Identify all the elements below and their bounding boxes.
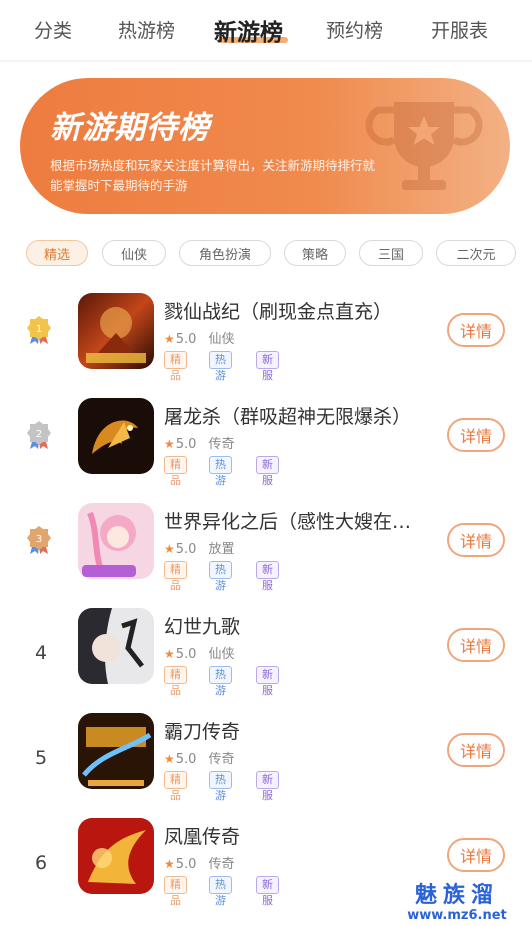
game-meta: ★5.0 仙侠 <box>164 643 234 662</box>
detail-button[interactable]: 详情 <box>447 838 505 872</box>
game-meta: ★5.0 传奇 <box>164 853 234 872</box>
chip-xianxia[interactable]: 仙侠 <box>102 240 166 266</box>
game-meta: ★5.0 仙侠 <box>164 328 234 347</box>
chip-rpg[interactable]: 角色扮演 <box>179 240 271 266</box>
game-icon[interactable] <box>78 503 154 579</box>
tag-new-server: 新服 <box>256 771 279 802</box>
silver-medal-icon: 2 <box>27 421 51 449</box>
site-watermark: 魅族溜 www.mz6.net <box>392 884 522 924</box>
tag-new-server: 新服 <box>256 456 279 487</box>
game-name[interactable]: 霸刀传奇 <box>164 717 444 744</box>
star-icon: ★ <box>164 857 175 871</box>
tab-new-games[interactable]: 新游榜 <box>214 13 283 47</box>
game-score: 5.0 <box>175 542 197 557</box>
star-icon: ★ <box>164 752 175 766</box>
game-score: 5.0 <box>175 332 197 347</box>
tag-premium: 精品 <box>164 351 187 382</box>
bronze-medal-icon: 3 <box>27 526 51 554</box>
game-row[interactable]: 5 霸刀传奇 ★5.0 传奇 精品 热游 新服 详情 <box>0 713 532 813</box>
game-genre: 仙侠 <box>208 647 235 662</box>
chip-strategy[interactable]: 策略 <box>284 240 346 266</box>
tab-divider <box>0 60 532 62</box>
tag-hot: 热游 <box>209 351 232 382</box>
game-score: 5.0 <box>175 647 197 662</box>
game-genre: 放置 <box>208 542 235 557</box>
detail-button[interactable]: 详情 <box>447 628 505 662</box>
tab-hot-games[interactable]: 热游榜 <box>118 16 175 43</box>
chip-anime[interactable]: 二次元 <box>436 240 516 266</box>
star-icon: ★ <box>164 332 175 346</box>
watermark-title: 魅族溜 <box>414 883 499 908</box>
game-icon[interactable] <box>78 398 154 474</box>
tag-new-server: 新服 <box>256 561 279 592</box>
tag-hot: 热游 <box>209 456 232 487</box>
tag-hot: 热游 <box>209 876 232 907</box>
tag-new-server: 新服 <box>256 876 279 907</box>
game-score: 5.0 <box>175 437 197 452</box>
tag-premium: 精品 <box>164 561 187 592</box>
detail-button[interactable]: 详情 <box>447 733 505 767</box>
medal-rank-label: 2 <box>36 429 42 440</box>
detail-button[interactable]: 详情 <box>447 313 505 347</box>
tag-hot: 热游 <box>209 561 232 592</box>
star-icon: ★ <box>164 647 175 661</box>
trophy-icon <box>365 102 483 190</box>
category-filter-chips: 精选 仙侠 角色扮演 策略 三国 二次元 <box>0 240 532 270</box>
tag-hot: 热游 <box>209 771 232 802</box>
game-icon[interactable] <box>78 293 154 369</box>
new-game-anticipation-banner[interactable]: 新游期待榜 根据市场热度和玩家关注度计算得出，关注新游期待排行就能掌握时下最期待… <box>20 78 510 214</box>
tag-premium: 精品 <box>164 876 187 907</box>
game-row[interactable]: 2 屠龙杀（群吸超神无限爆杀） ★5.0 传奇 精品 热游 新服 详情 <box>0 398 532 498</box>
tag-new-server: 新服 <box>256 351 279 382</box>
game-row[interactable]: 1 戮仙战纪（刷现金点直充） ★5.0 仙侠 精品 热游 新服 详情 <box>0 293 532 393</box>
top-tab-bar: 分类 热游榜 新游榜 预约榜 开服表 <box>0 0 532 58</box>
chip-featured[interactable]: 精选 <box>26 240 88 266</box>
game-score: 5.0 <box>175 857 197 872</box>
game-name[interactable]: 戮仙战纪（刷现金点直充） <box>164 297 444 324</box>
game-meta: ★5.0 放置 <box>164 538 234 557</box>
star-icon: ★ <box>164 437 175 451</box>
game-meta: ★5.0 传奇 <box>164 748 234 767</box>
star-icon: ★ <box>164 542 175 556</box>
tag-new-server: 新服 <box>256 666 279 697</box>
game-meta: ★5.0 传奇 <box>164 433 234 452</box>
rank-number: 5 <box>34 747 48 769</box>
tag-premium: 精品 <box>164 456 187 487</box>
tab-reservation[interactable]: 预约榜 <box>326 16 383 43</box>
game-score: 5.0 <box>175 752 197 767</box>
game-name[interactable]: 幻世九歌 <box>164 612 444 639</box>
game-genre: 传奇 <box>208 437 235 452</box>
game-genre: 传奇 <box>208 857 235 872</box>
detail-button[interactable]: 详情 <box>447 418 505 452</box>
tab-category[interactable]: 分类 <box>34 16 72 43</box>
game-row[interactable]: 3 世界异化之后（感性大嫂在… ★5.0 放置 精品 热游 新服 详情 <box>0 503 532 603</box>
game-name[interactable]: 屠龙杀（群吸超神无限爆杀） <box>164 402 444 429</box>
watermark-url: www.mz6.net <box>407 908 507 923</box>
game-icon[interactable] <box>78 608 154 684</box>
tag-premium: 精品 <box>164 771 187 802</box>
game-name[interactable]: 世界异化之后（感性大嫂在… <box>164 507 444 534</box>
medal-rank-label: 3 <box>36 534 42 545</box>
rank-number: 4 <box>34 642 48 664</box>
game-genre: 仙侠 <box>208 332 235 347</box>
banner-description: 根据市场热度和玩家关注度计算得出，关注新游期待排行就能掌握时下最期待的手游 <box>50 158 376 193</box>
tag-hot: 热游 <box>209 666 232 697</box>
game-icon[interactable] <box>78 713 154 789</box>
chip-three-kingdoms[interactable]: 三国 <box>359 240 423 266</box>
detail-button[interactable]: 详情 <box>447 523 505 557</box>
tag-premium: 精品 <box>164 666 187 697</box>
rank-number: 6 <box>34 852 48 874</box>
medal-rank-label: 1 <box>36 324 42 335</box>
tab-server-schedule[interactable]: 开服表 <box>431 16 488 43</box>
game-icon[interactable] <box>78 818 154 894</box>
game-genre: 传奇 <box>208 752 235 767</box>
banner-title: 新游期待榜 <box>50 110 210 146</box>
game-row[interactable]: 4 幻世九歌 ★5.0 仙侠 精品 热游 新服 详情 <box>0 608 532 708</box>
gold-medal-icon: 1 <box>27 316 51 344</box>
game-name[interactable]: 凤凰传奇 <box>164 822 444 849</box>
